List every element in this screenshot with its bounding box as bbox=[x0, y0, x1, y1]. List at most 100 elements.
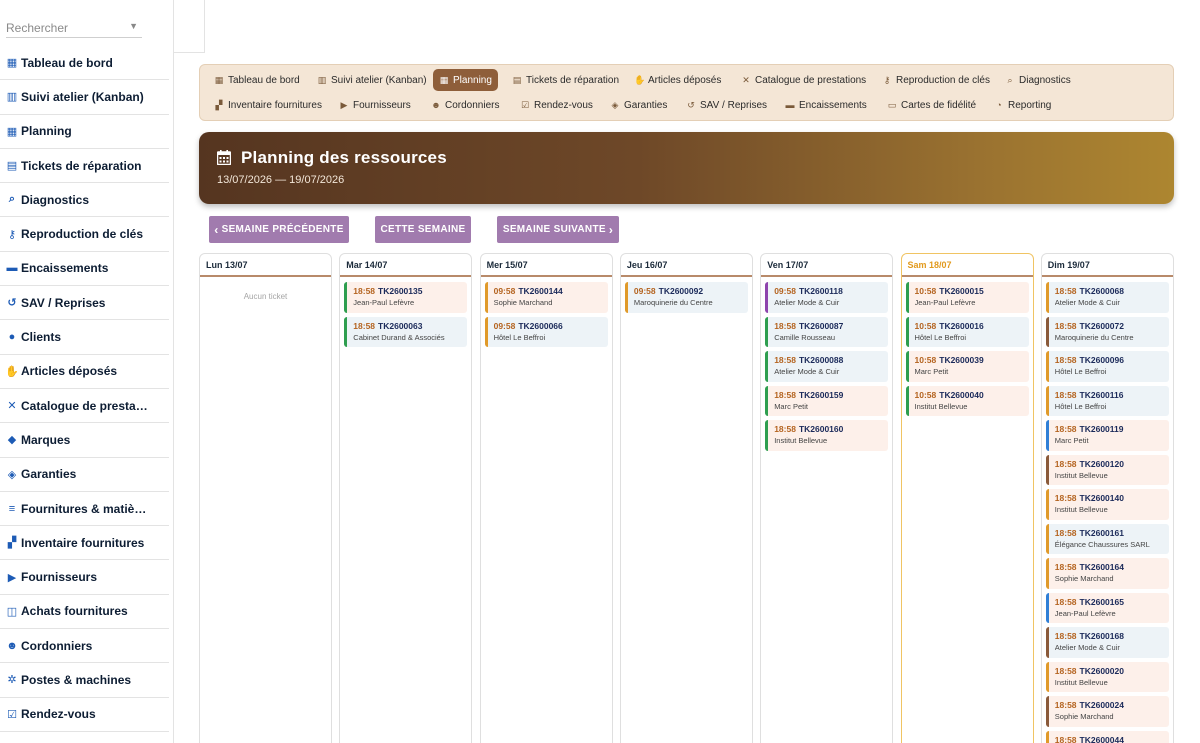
sidebar-item-diagnostics[interactable]: ⌕ Diagnostics bbox=[0, 183, 169, 218]
sidebar-item-encaissements[interactable]: ▬ Encaissements bbox=[0, 252, 169, 287]
menu-item-label: Inventaire fournitures bbox=[228, 99, 322, 111]
ticket-card[interactable]: 18:58 TK2600161 Élégance Chaussures SARL bbox=[1045, 523, 1169, 554]
menu-item-cartes-de-fidelite[interactable]: ▭ Cartes de fidélité bbox=[881, 94, 982, 116]
ticket-time: 18:58 bbox=[1054, 665, 1077, 676]
ticket-card[interactable]: 18:58 TK2600164 Sophie Marchand bbox=[1045, 558, 1169, 589]
sidebar-item-suivi-atelier-kanban[interactable]: ▥ Suivi atelier (Kanban) bbox=[0, 80, 169, 115]
sidebar-item-articles-deposes[interactable]: ✋ Articles déposés bbox=[0, 355, 169, 389]
sidebar-item-fournitures-matieres[interactable]: ≡ Fournitures & matières bbox=[0, 492, 169, 527]
sidebar-item-label: Marques bbox=[21, 432, 71, 447]
page-title: Planning des ressources bbox=[241, 148, 447, 167]
menu-item-suivi-atelier-kanban[interactable]: ▥ Suivi atelier (Kanban) bbox=[311, 69, 433, 91]
sidebar-item-tableau-de-bord[interactable]: ▦ Tableau de bord bbox=[0, 46, 169, 81]
ticket-list: 09:58 TK2600118 Atelier Mode & Cuir 18:58 TK… bbox=[761, 277, 892, 451]
ticket-client: Jean-Paul Lefèvre bbox=[1054, 608, 1116, 618]
ticket-time: 18:58 bbox=[774, 389, 796, 400]
sidebar-item-label: Tickets de réparation bbox=[21, 158, 142, 173]
ticket-card[interactable]: 18:58 TK2600020 Institut Bellevue bbox=[1045, 661, 1169, 692]
sidebar-item-fournisseurs[interactable]: ▶ Fournisseurs bbox=[0, 560, 169, 595]
sidebar-item-reproduction-de-cles[interactable]: ⚷ Reproduction de clés bbox=[0, 217, 169, 252]
previous-week-label: SEMAINE PRÉCÉDENTE bbox=[221, 224, 344, 235]
menu-item-articles-deposes[interactable]: ✋ Articles déposés bbox=[628, 69, 727, 91]
sidebar-item-marques[interactable]: ◆ Marques bbox=[0, 423, 169, 458]
menu-item-cordonniers[interactable]: ☻ Cordonniers bbox=[425, 94, 505, 116]
sidebar-item-postes-machines[interactable]: ✲ Postes & machines bbox=[0, 663, 169, 698]
users-cog-icon: ☻ bbox=[6, 639, 18, 652]
sidebar-item-clients[interactable]: ● Clients bbox=[0, 320, 169, 355]
ticket-client: Jean-Paul Lefèvre bbox=[353, 298, 415, 307]
menu-item-reproduction-de-cles[interactable]: ⚷ Reproduction de clés bbox=[876, 69, 996, 91]
menu-item-tickets-de-reparation[interactable]: ▤ Tickets de réparation bbox=[506, 69, 625, 91]
ticket-code: TK2600140 bbox=[1079, 493, 1124, 503]
ticket-card[interactable]: 18:58 TK2600072 Maroquinerie du Centre bbox=[1045, 316, 1169, 347]
menu-item-encaissements[interactable]: ▬ Encaissements bbox=[779, 94, 873, 116]
sidebar-item-inventaire-fournitures[interactable]: ▞ Inventaire fournitures bbox=[0, 526, 169, 561]
ticket-card[interactable]: 18:58 TK2600120 Institut Bellevue bbox=[1045, 454, 1169, 485]
sidebar-item-cordonniers[interactable]: ☻ Cordonniers bbox=[0, 629, 169, 664]
day-column: Mer 15/07 09:58 TK2600144 Sophie Marchand 09… bbox=[479, 253, 613, 743]
chevron-left-icon: ‹ bbox=[214, 222, 219, 237]
sidebar-item-rendez-vous[interactable]: ☑ Rendez-vous bbox=[0, 698, 169, 732]
day-column: Jeu 16/07 09:58 TK2600092 Maroquinerie du C… bbox=[619, 253, 753, 743]
ticket-card[interactable]: 18:58 TK2600119 Marc Petit bbox=[1045, 420, 1169, 451]
ticket-card[interactable]: 09:58 TK2600144 Sophie Marchand bbox=[484, 282, 608, 313]
sidebar-item-garanties[interactable]: ◈ Garanties bbox=[0, 458, 169, 492]
menu-item-garanties[interactable]: ◈ Garanties bbox=[604, 94, 673, 116]
ticket-card[interactable]: 10:58 TK2600015 Jean-Paul Lefèvre bbox=[905, 282, 1029, 313]
ticket-card[interactable]: 18:58 TK2600165 Jean-Paul Lefèvre bbox=[1045, 592, 1169, 623]
ticket-time: 18:58 bbox=[1054, 734, 1077, 743]
ticket-card[interactable]: 10:58 TK2600040 Institut Bellevue bbox=[905, 385, 1029, 416]
ticket-card[interactable]: 18:58 TK2600096 Hôtel Le Beffroi bbox=[1045, 351, 1169, 382]
ticket-card[interactable]: 18:58 TK2600044 bbox=[1045, 730, 1169, 743]
ticket-card[interactable]: 18:58 TK2600168 Atelier Mode & Cuir bbox=[1045, 627, 1169, 658]
menu-item-label: Tableau de bord bbox=[228, 74, 300, 86]
menu-item-label: Rendez-vous bbox=[534, 99, 593, 111]
ticket-card[interactable]: 18:58 TK2600088 Atelier Mode & Cuir bbox=[765, 351, 889, 382]
ticket-card[interactable]: 18:58 TK2600140 Institut Bellevue bbox=[1045, 489, 1169, 520]
menu-item-diagnostics[interactable]: ⌕ Diagnostics bbox=[999, 69, 1077, 91]
previous-week-button[interactable]: ‹ SEMAINE PRÉCÉDENTE bbox=[209, 216, 349, 243]
ticket-card[interactable]: 09:58 TK2600092 Maroquinerie du Centre bbox=[624, 282, 748, 313]
ticket-card[interactable]: 10:58 TK2600016 Hôtel Le Beffroi bbox=[905, 316, 1029, 347]
ticket-header: 18:58 TK2600168 bbox=[1055, 631, 1165, 641]
ticket-card[interactable]: 18:58 TK2600116 Hôtel Le Beffroi bbox=[1045, 385, 1169, 416]
sidebar-item-catalogue-de-prestations[interactable]: ✕ Catalogue de prestations bbox=[0, 389, 169, 424]
menu-item-fournisseurs[interactable]: ▶ Fournisseurs bbox=[333, 94, 417, 116]
ticket-card[interactable]: 18:58 TK2600087 Camille Rousseau bbox=[765, 316, 889, 347]
ticket-header: 18:58 TK2600088 bbox=[774, 355, 884, 365]
ticket-card[interactable]: 18:58 TK2600063 Cabinet Durand & Associés bbox=[344, 316, 468, 347]
date-range: 13/07/2026 — 19/07/2026 bbox=[217, 174, 345, 186]
menu-item-reporting[interactable]: ◔ Reporting bbox=[988, 94, 1057, 116]
menu-item-tableau-de-bord[interactable]: ▦ Tableau de bord bbox=[208, 69, 306, 91]
ticket-card[interactable]: 09:58 TK2600118 Atelier Mode & Cuir bbox=[765, 282, 889, 313]
sidebar-item-label: Diagnostics bbox=[21, 192, 90, 207]
menu-item-label: Fournisseurs bbox=[353, 99, 411, 111]
menu-item-inventaire-fournitures[interactable]: ▞ Inventaire fournitures bbox=[208, 94, 328, 116]
shield-icon: ◈ bbox=[611, 99, 619, 110]
menu-item-catalogue-de-prestations[interactable]: ✕ Catalogue de prestations bbox=[735, 69, 872, 91]
sidebar-item-planning[interactable]: ▦ Planning bbox=[0, 115, 169, 149]
current-week-button[interactable]: CETTE SEMAINE bbox=[375, 216, 471, 243]
ticket-card[interactable]: 10:58 TK2600039 Marc Petit bbox=[905, 351, 1029, 382]
ticket-card[interactable]: 09:58 TK2600066 Hôtel Le Beffroi bbox=[484, 316, 608, 347]
sidebar-nav: ▦ Tableau de bord ▥ Suivi atelier (Kanban) ▦… bbox=[0, 46, 169, 732]
menu-item-planning[interactable]: ▦ Planning bbox=[433, 69, 498, 91]
ticket-code: TK2600119 bbox=[1079, 424, 1124, 434]
sidebar-item-tickets-de-reparation[interactable]: ▤ Tickets de réparation bbox=[0, 149, 169, 184]
ticket-card[interactable]: 18:58 TK2600135 Jean-Paul Lefèvre bbox=[344, 282, 468, 313]
ticket-card[interactable]: 18:58 TK2600068 Atelier Mode & Cuir bbox=[1045, 282, 1169, 313]
ticket-card[interactable]: 18:58 TK2600024 Sophie Marchand bbox=[1045, 696, 1169, 727]
calendar-icon: ▦ bbox=[6, 125, 18, 138]
sidebar-item-achats-fournitures[interactable]: ◫ Achats fournitures bbox=[0, 595, 169, 630]
ticket-icon: ▤ bbox=[6, 160, 18, 173]
chevron-down-icon[interactable]: ▼ bbox=[129, 21, 138, 31]
menu-item-sav-reprises[interactable]: ↺ SAV / Reprises bbox=[680, 94, 773, 116]
sidebar-item-sav-reprises[interactable]: ↺ SAV / Reprises bbox=[0, 286, 169, 321]
menu-item-rendez-vous[interactable]: ☑ Rendez-vous bbox=[514, 94, 599, 116]
search-input[interactable]: Rechercher ▼ bbox=[6, 18, 142, 38]
search-icon: ⌕ bbox=[8, 193, 16, 206]
next-week-button[interactable]: SEMAINE SUIVANTE › bbox=[497, 216, 619, 243]
ticket-time: 10:58 bbox=[914, 355, 937, 365]
ticket-card[interactable]: 18:58 TK2600160 Institut Bellevue bbox=[765, 420, 889, 451]
ticket-card[interactable]: 18:58 TK2600159 Marc Petit bbox=[765, 385, 889, 416]
